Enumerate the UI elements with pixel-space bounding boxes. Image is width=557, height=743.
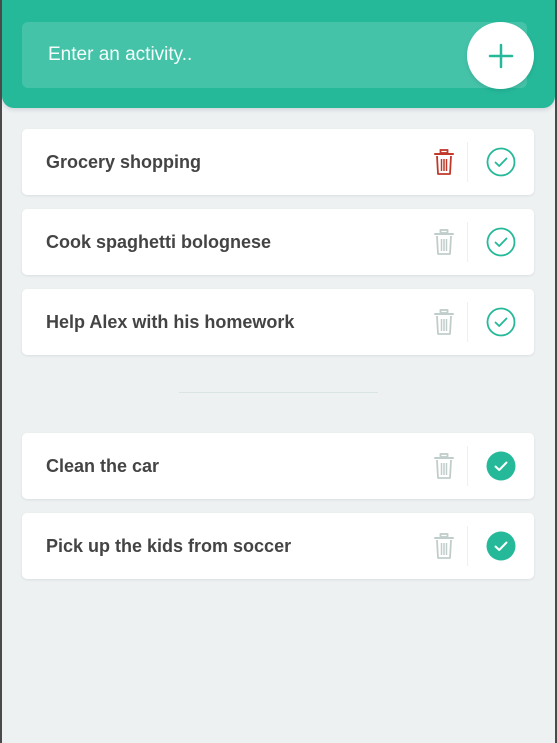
plus-icon bbox=[488, 43, 513, 68]
check-circle-outline-icon bbox=[486, 147, 516, 177]
activity-input[interactable] bbox=[22, 22, 462, 88]
check-circle-outline-icon bbox=[486, 227, 516, 257]
action-divider bbox=[467, 142, 468, 182]
complete-button[interactable] bbox=[477, 138, 525, 186]
action-divider bbox=[467, 222, 468, 262]
trash-icon bbox=[434, 532, 454, 559]
delete-button[interactable] bbox=[420, 218, 468, 266]
todo-item-label: Help Alex with his homework bbox=[46, 312, 295, 332]
check-circle-filled-icon bbox=[486, 451, 516, 481]
window-frame bbox=[0, 0, 557, 743]
todo-item: Help Alex with his homework bbox=[22, 289, 534, 355]
completed-list: Clean the car Pick up the kids from socc… bbox=[22, 433, 534, 593]
trash-icon bbox=[434, 148, 454, 175]
complete-button[interactable] bbox=[477, 298, 525, 346]
activity-input-wrapper bbox=[22, 22, 527, 88]
list-separator bbox=[179, 392, 378, 393]
completed-item-label: Pick up the kids from soccer bbox=[46, 536, 292, 556]
add-activity-button[interactable] bbox=[467, 22, 534, 89]
check-circle-filled-icon bbox=[486, 531, 516, 561]
delete-button[interactable] bbox=[420, 138, 468, 186]
trash-icon bbox=[434, 228, 454, 255]
trash-icon bbox=[434, 308, 454, 335]
completed-item: Pick up the kids from soccer bbox=[22, 513, 534, 579]
check-circle-outline-icon bbox=[486, 307, 516, 337]
action-divider bbox=[467, 446, 468, 486]
delete-button[interactable] bbox=[420, 298, 468, 346]
uncomplete-button[interactable] bbox=[477, 442, 525, 490]
trash-icon bbox=[434, 452, 454, 479]
todo-item: Grocery shopping bbox=[22, 129, 534, 195]
todo-item-label: Cook spaghetti bolognese bbox=[46, 232, 272, 252]
completed-item-label: Clean the car bbox=[46, 456, 160, 476]
delete-button[interactable] bbox=[420, 522, 468, 570]
todo-item-label: Grocery shopping bbox=[46, 152, 202, 172]
completed-item: Clean the car bbox=[22, 433, 534, 499]
action-divider bbox=[467, 526, 468, 566]
todo-list: Grocery shopping Cook spaghetti bolognes… bbox=[22, 129, 534, 369]
complete-button[interactable] bbox=[477, 218, 525, 266]
delete-button[interactable] bbox=[420, 442, 468, 490]
uncomplete-button[interactable] bbox=[477, 522, 525, 570]
action-divider bbox=[467, 302, 468, 342]
todo-item: Cook spaghetti bolognese bbox=[22, 209, 534, 275]
